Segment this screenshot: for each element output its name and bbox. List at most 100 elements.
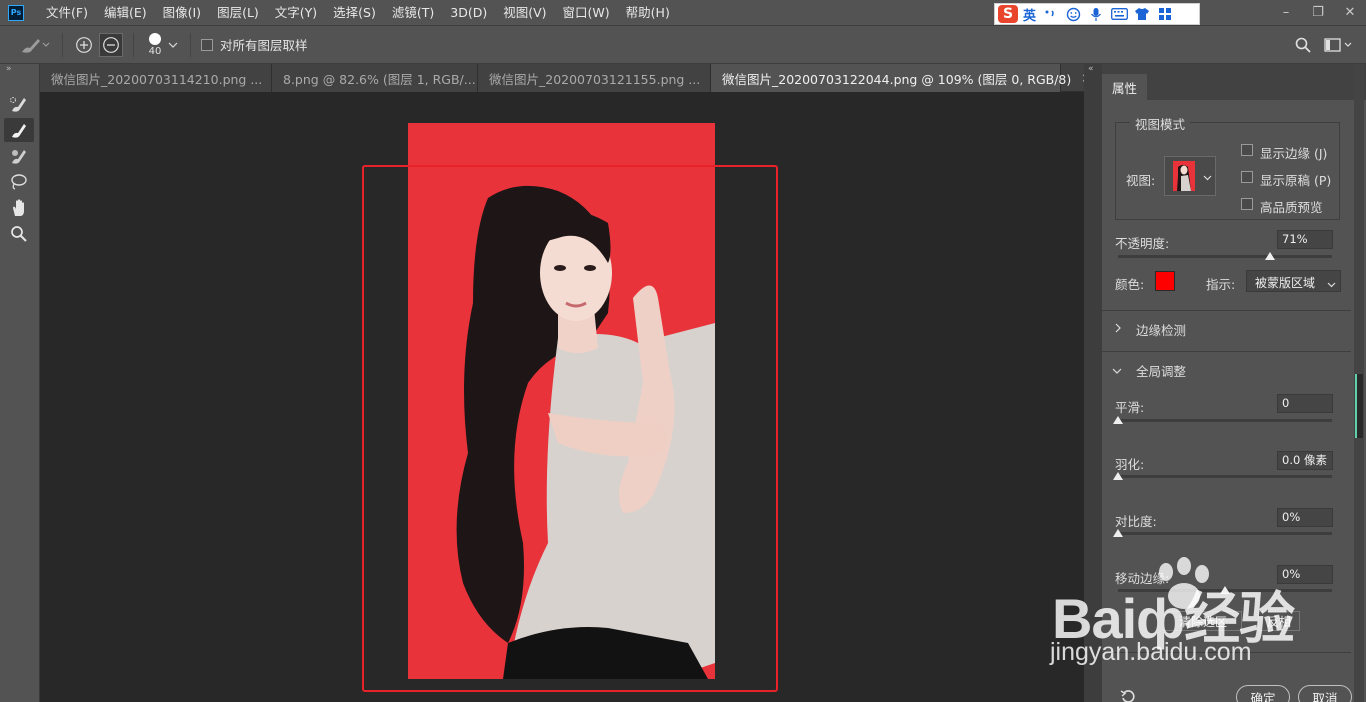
photoshop-logo-icon: Ps [8, 4, 24, 21]
collapse-panel-icon[interactable]: « [1088, 64, 1094, 74]
menu-file[interactable]: 文件(F) [38, 0, 96, 25]
brush-size-picker[interactable]: 40 [144, 29, 166, 61]
refine-brush-preset-icon[interactable] [18, 36, 52, 54]
sogou-logo-icon[interactable]: S [998, 5, 1018, 23]
clear-selection-button[interactable]: 清除选区 [1164, 611, 1242, 631]
menu-select[interactable]: 选择(S) [325, 0, 384, 25]
panel-collapse-strip: « [1084, 64, 1101, 702]
edge-detection-label: 边缘检测 [1136, 323, 1187, 338]
smooth-slider-thumb[interactable] [1113, 416, 1123, 424]
show-original-checkbox[interactable] [1241, 171, 1253, 183]
tab-document-4-active[interactable]: 微信图片_20200703122044.png @ 109% (图层 0, RG… [711, 64, 1091, 92]
sample-all-layers-label: 对所有图层取样 [220, 38, 308, 53]
shift-edge-label: 移动边缘: [1115, 571, 1170, 586]
subtract-from-selection-icon[interactable] [99, 32, 123, 57]
document-canvas[interactable] [42, 92, 1083, 702]
expand-panel-icon[interactable]: » [6, 64, 12, 74]
lasso-tool-icon[interactable] [4, 170, 34, 194]
highlight-frame [362, 165, 778, 692]
menu-image[interactable]: 图像(I) [155, 0, 209, 25]
chevron-right-icon [1114, 322, 1122, 336]
minimize-button[interactable]: – [1270, 0, 1302, 25]
document-tabs: 微信图片_20200703114210.png ... × 8.png @ 82… [40, 64, 1100, 92]
chevron-down-icon [1327, 277, 1336, 291]
chevron-down-icon [1112, 364, 1122, 378]
show-original-label: 显示原稿 (P) [1260, 173, 1332, 188]
global-adjust-section[interactable]: 全局调整 [1102, 352, 1351, 386]
reset-icon[interactable] [1120, 688, 1136, 702]
indicate-label: 指示: [1206, 277, 1236, 292]
overlay-color-swatch[interactable] [1155, 271, 1175, 291]
opacity-label: 不透明度: [1115, 236, 1170, 251]
ime-language-toggle[interactable]: 英 [1023, 5, 1036, 24]
brush-size-value: 40 [148, 45, 162, 57]
feather-slider-thumb[interactable] [1113, 472, 1123, 480]
refine-edge-brush-tool-icon[interactable] [4, 118, 34, 142]
search-icon[interactable] [1294, 36, 1312, 54]
brush-tip-icon [149, 32, 161, 45]
indicate-select[interactable]: 被蒙版区域 [1246, 270, 1341, 292]
punctuation-icon[interactable] [1041, 7, 1059, 21]
tab-document-3[interactable]: 微信图片_20200703121155.png ... × [478, 64, 720, 92]
show-edge-checkbox[interactable] [1241, 144, 1253, 156]
close-window-button[interactable]: ✕ [1334, 0, 1366, 25]
tab-document-2[interactable]: 8.png @ 82.6% (图层 1, RGB/... × [272, 64, 496, 92]
brush-tool-icon[interactable] [4, 144, 34, 168]
menu-type[interactable]: 文字(Y) [267, 0, 325, 25]
tab-label: 微信图片_20200703121155.png ... [489, 71, 701, 87]
view-mode-dropdown[interactable] [1164, 156, 1216, 196]
menu-3d[interactable]: 3D(D) [442, 0, 495, 25]
skin-shirt-icon[interactable] [1133, 7, 1151, 21]
shift-edge-slider-thumb[interactable] [1220, 586, 1230, 594]
hand-tool-icon[interactable] [4, 196, 34, 220]
feather-input[interactable]: 0.0 像素 [1277, 451, 1333, 470]
menu-view[interactable]: 视图(V) [495, 0, 554, 25]
options-separator [62, 32, 63, 57]
emoji-icon[interactable] [1064, 7, 1082, 21]
feather-slider-track[interactable] [1118, 475, 1332, 478]
menu-window[interactable]: 窗口(W) [555, 0, 618, 25]
menu-edit[interactable]: 编辑(E) [96, 0, 155, 25]
options-bar: 40 对所有图层取样 [0, 25, 1366, 64]
indicate-select-value: 被蒙版区域 [1255, 276, 1316, 290]
menu-filter[interactable]: 滤镜(T) [384, 0, 442, 25]
toolbox-grid-icon[interactable] [1156, 7, 1174, 21]
panel-scrollbar-thumb[interactable] [1355, 374, 1363, 438]
cancel-button[interactable]: 取消 [1298, 685, 1352, 702]
contrast-slider-track[interactable] [1118, 532, 1332, 535]
zoom-tool-icon[interactable] [4, 222, 34, 246]
edge-detection-section[interactable]: 边缘检测 [1102, 311, 1351, 351]
contrast-label: 对比度: [1115, 514, 1157, 529]
tab-document-1[interactable]: 微信图片_20200703114210.png ... × [40, 64, 282, 92]
menu-help[interactable]: 帮助(H) [618, 0, 678, 25]
view-label: 视图: [1126, 173, 1156, 188]
tab-label: 微信图片_20200703114210.png ... [51, 71, 263, 87]
microphone-icon[interactable] [1087, 7, 1105, 21]
quick-selection-tool-icon[interactable] [4, 92, 34, 116]
keyboard-icon[interactable] [1110, 7, 1128, 21]
panel-header: 属性 [1102, 64, 1366, 100]
restore-button[interactable]: ❐ [1302, 0, 1334, 25]
panel-scrollbar[interactable] [1354, 64, 1364, 702]
sample-all-layers-checkbox[interactable] [201, 38, 213, 51]
opacity-slider-thumb[interactable] [1264, 252, 1275, 260]
invert-button[interactable]: 反相 [1258, 611, 1300, 631]
contrast-input[interactable]: 0% [1277, 508, 1333, 527]
contrast-slider-thumb[interactable] [1113, 529, 1123, 537]
smooth-input[interactable]: 0 [1277, 394, 1333, 413]
feather-label: 羽化: [1115, 457, 1145, 472]
opacity-input[interactable]: 71% [1277, 230, 1333, 249]
shift-edge-input[interactable]: 0% [1277, 565, 1333, 584]
view-thumbnail [1173, 161, 1195, 191]
add-to-selection-icon[interactable] [73, 34, 95, 56]
view-mode-title: 视图模式 [1130, 114, 1191, 133]
tab-label: 8.png @ 82.6% (图层 1, RGB/... [283, 71, 476, 87]
workspace-icon[interactable] [1324, 36, 1354, 54]
ok-button[interactable]: 确定 [1236, 685, 1290, 702]
chevron-down-icon[interactable] [166, 41, 180, 49]
menu-layer[interactable]: 图层(L) [209, 0, 267, 25]
smooth-slider-track[interactable] [1118, 419, 1332, 422]
high-quality-preview-checkbox[interactable] [1241, 198, 1253, 210]
opacity-slider-track[interactable] [1118, 255, 1332, 258]
tab-properties[interactable]: 属性 [1102, 74, 1148, 100]
